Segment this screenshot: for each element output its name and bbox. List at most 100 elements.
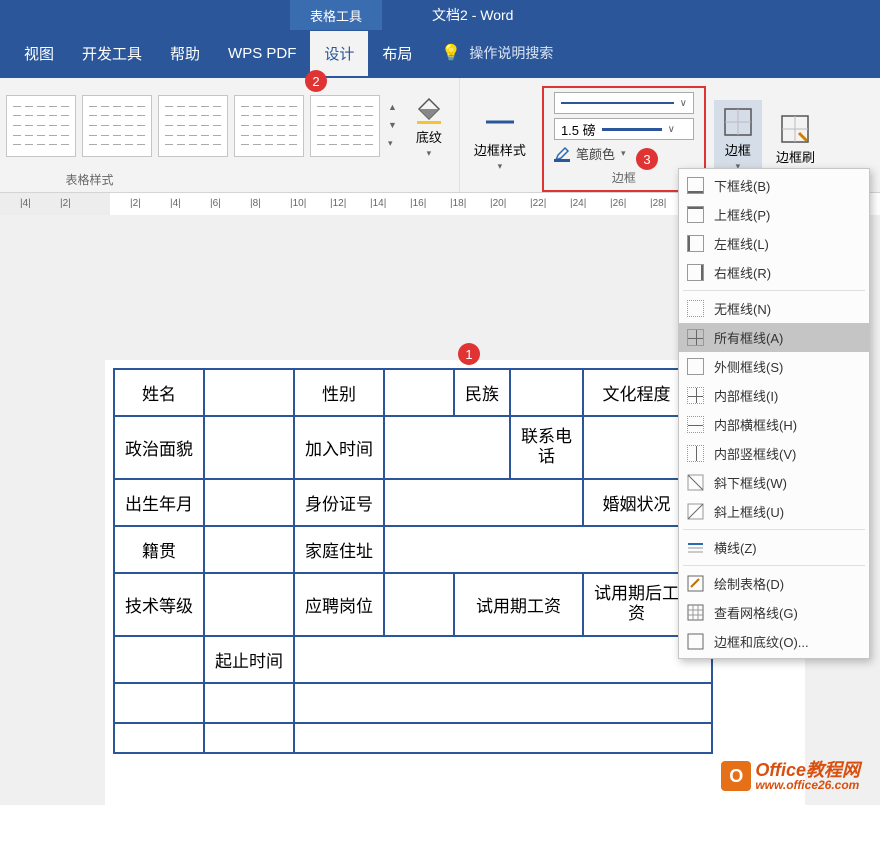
border-styles-button[interactable]: 边框样式 ▾ — [466, 100, 534, 178]
word-table[interactable]: 姓名 性别 民族 文化程度 政治面貌 加入时间 联系电话 出生年月 身份 — [113, 368, 713, 754]
pen-color-button[interactable]: 笔颜色 ▾ — [554, 144, 694, 163]
cell[interactable] — [384, 479, 583, 526]
cell[interactable] — [204, 723, 294, 753]
table-row: 技术等级 应聘岗位 试用期工资 试用期后工资 — [114, 573, 712, 636]
inside-h-border-icon — [687, 416, 704, 433]
tell-me-search[interactable]: 💡 操作说明搜索 — [441, 43, 553, 63]
tab-view[interactable]: 视图 — [10, 31, 68, 76]
table-style-thumb[interactable] — [82, 95, 152, 157]
table-row: 出生年月 身份证号 婚姻状况 — [114, 479, 712, 526]
table-style-thumb[interactable] — [6, 95, 76, 157]
inside-v-border-icon — [687, 445, 704, 462]
cell[interactable]: 加入时间 — [294, 416, 384, 479]
menu-borders-shading-dialog[interactable]: 边框和底纹(O)... — [679, 627, 869, 656]
tab-developer[interactable]: 开发工具 — [68, 31, 156, 76]
borders-icon — [722, 106, 754, 138]
table-style-thumb[interactable] — [234, 95, 304, 157]
cell[interactable] — [114, 683, 204, 723]
cell[interactable]: 文化程度 — [583, 369, 690, 416]
menu-bottom-border[interactable]: 下框线(B) — [679, 171, 869, 200]
table-row: 姓名 性别 民族 文化程度 — [114, 369, 712, 416]
tab-design[interactable]: 设计 — [310, 31, 368, 76]
tab-layout[interactable]: 布局 — [368, 31, 426, 76]
cell[interactable]: 民族 — [454, 369, 510, 416]
table-row: 政治面貌 加入时间 联系电话 — [114, 416, 712, 479]
cell[interactable] — [384, 369, 454, 416]
weight-value: 1.5 磅 — [561, 120, 596, 139]
cell[interactable] — [204, 369, 294, 416]
menu-no-border[interactable]: 无框线(N) — [679, 294, 869, 323]
shading-button[interactable]: 底纹 ▾ — [405, 87, 453, 165]
bottom-border-icon — [687, 177, 704, 194]
style-scroll-down-icon[interactable]: ▼ — [388, 120, 397, 130]
cell[interactable] — [114, 636, 204, 683]
cell[interactable]: 起止时间 — [204, 636, 294, 683]
menu-inside-borders[interactable]: 内部框线(I) — [679, 381, 869, 410]
style-gallery-expand-icon[interactable]: ▾ — [388, 138, 397, 149]
cell[interactable] — [294, 636, 712, 683]
draw-table-icon — [687, 575, 704, 592]
cell[interactable] — [114, 723, 204, 753]
shading-label: 底纹 — [416, 127, 442, 146]
cell[interactable] — [294, 723, 712, 753]
menu-all-borders[interactable]: 所有框线(A) — [679, 323, 869, 352]
cell[interactable] — [294, 683, 712, 723]
cell[interactable]: 身份证号 — [294, 479, 384, 526]
cell[interactable] — [204, 573, 294, 636]
cell[interactable]: 出生年月 — [114, 479, 204, 526]
cell[interactable] — [204, 416, 294, 479]
pen-color-label: 笔颜色 — [576, 144, 615, 163]
cell[interactable]: 试用期后工资 — [583, 573, 690, 636]
chevron-down-icon: ▾ — [498, 161, 503, 172]
annotation-badge-1: 1 — [458, 343, 480, 365]
no-border-icon — [687, 300, 704, 317]
menu-diag-up-border[interactable]: 斜上框线(U) — [679, 497, 869, 526]
border-painter-button[interactable]: 边框刷 — [768, 107, 823, 172]
cell[interactable]: 政治面貌 — [114, 416, 204, 479]
menu-draw-table[interactable]: 绘制表格(D) — [679, 569, 869, 598]
menu-inside-h-border[interactable]: 内部横框线(H) — [679, 410, 869, 439]
watermark: O Office教程网 www.office26.com — [721, 761, 860, 792]
menu-inside-v-border[interactable]: 内部竖框线(V) — [679, 439, 869, 468]
cell[interactable]: 应聘岗位 — [294, 573, 384, 636]
right-border-icon — [687, 264, 704, 281]
cell[interactable]: 婚姻状况 — [583, 479, 690, 526]
all-borders-icon — [687, 329, 704, 346]
tab-wps-pdf[interactable]: WPS PDF — [214, 33, 310, 74]
cell[interactable] — [384, 573, 454, 636]
cell[interactable]: 性别 — [294, 369, 384, 416]
cell[interactable] — [204, 683, 294, 723]
annotation-badge-3: 3 — [636, 148, 658, 170]
cell[interactable]: 试用期工资 — [454, 573, 583, 636]
cell[interactable] — [510, 369, 583, 416]
border-weight-select[interactable]: 1.5 磅 ∨ — [554, 118, 694, 140]
menu-view-gridlines[interactable]: 查看网格线(G) — [679, 598, 869, 627]
cell[interactable]: 联系电话 — [510, 416, 583, 479]
border-line-style-select[interactable]: ∨ — [554, 92, 694, 114]
menu-diag-down-border[interactable]: 斜下框线(W) — [679, 468, 869, 497]
cell[interactable] — [204, 526, 294, 573]
menu-outside-borders[interactable]: 外侧框线(S) — [679, 352, 869, 381]
table-row: 籍贯 家庭住址 — [114, 526, 712, 573]
menu-left-border[interactable]: 左框线(L) — [679, 229, 869, 258]
style-scroll-up-icon[interactable]: ▲ — [388, 102, 397, 112]
cell[interactable]: 家庭住址 — [294, 526, 384, 573]
table-style-thumb[interactable] — [158, 95, 228, 157]
menu-right-border[interactable]: 右框线(R) — [679, 258, 869, 287]
border-style-icon — [484, 106, 516, 138]
borders-button[interactable]: 边框 ▾ — [714, 100, 762, 178]
watermark-logo-icon: O — [721, 761, 751, 791]
cell[interactable]: 姓名 — [114, 369, 204, 416]
border-painter-label: 边框刷 — [776, 147, 815, 166]
menu-top-border[interactable]: 上框线(P) — [679, 200, 869, 229]
diag-down-icon — [687, 474, 704, 491]
cell[interactable] — [204, 479, 294, 526]
left-border-icon — [687, 235, 704, 252]
cell[interactable]: 技术等级 — [114, 573, 204, 636]
menu-horizontal-line[interactable]: 横线(Z) — [679, 533, 869, 562]
cell[interactable]: 籍贯 — [114, 526, 204, 573]
cell[interactable] — [384, 416, 510, 479]
table-style-thumb[interactable] — [310, 95, 380, 157]
cell[interactable] — [384, 526, 712, 573]
tab-help[interactable]: 帮助 — [156, 31, 214, 76]
